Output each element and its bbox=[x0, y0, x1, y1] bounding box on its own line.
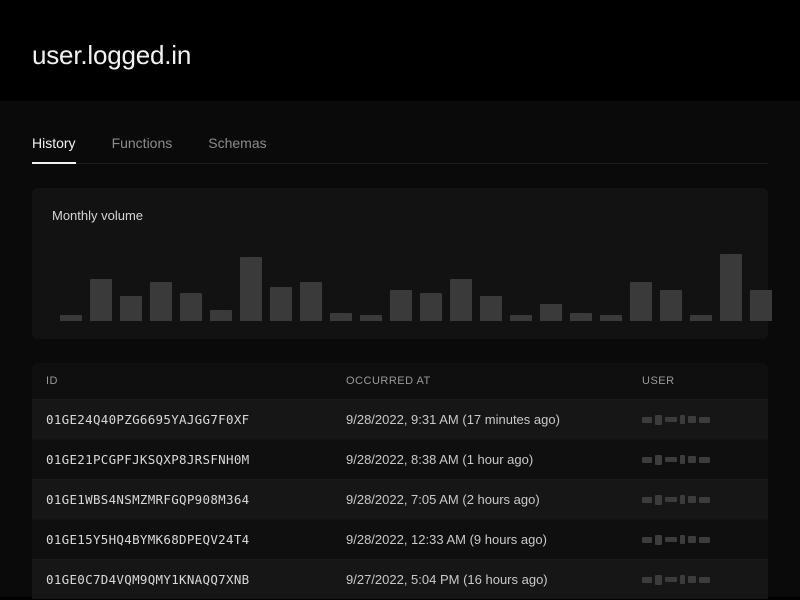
table-row[interactable]: 01GE1WBS4NSMZMRFGQP908M3649/28/2022, 7:0… bbox=[32, 479, 768, 519]
table-row[interactable]: 01GE0C7D4VQM9QMY1KNAQQ7XNB9/27/2022, 5:0… bbox=[32, 559, 768, 599]
chart-bar bbox=[540, 304, 562, 321]
col-occurred-at: OCCURRED AT bbox=[346, 375, 642, 387]
cell-id: 01GE1WBS4NSMZMRFGQP908M364 bbox=[46, 492, 346, 507]
chart-bar bbox=[60, 315, 82, 321]
chart-bar bbox=[420, 293, 442, 321]
monthly-volume-title: Monthly volume bbox=[52, 208, 748, 223]
cell-id: 01GE15Y5HQ4BYMK68DPEQV24T4 bbox=[46, 532, 346, 547]
tab-history[interactable]: History bbox=[32, 135, 76, 163]
cell-user-redacted bbox=[642, 575, 754, 585]
chart-bar bbox=[690, 315, 712, 321]
table-header: ID OCCURRED AT USER bbox=[32, 363, 768, 399]
cell-occurred-at: 9/28/2022, 7:05 AM (2 hours ago) bbox=[346, 492, 642, 507]
tab-functions[interactable]: Functions bbox=[112, 135, 173, 163]
chart-bar bbox=[270, 287, 292, 321]
chart-bar bbox=[240, 257, 262, 321]
table-row[interactable]: 01GE24Q40PZG6695YAJGG7F0XF9/28/2022, 9:3… bbox=[32, 399, 768, 439]
cell-user-redacted bbox=[642, 455, 754, 465]
chart-bar bbox=[750, 290, 772, 321]
chart-bar bbox=[720, 254, 742, 321]
col-user: USER bbox=[642, 375, 754, 387]
table-row[interactable]: 01GE15Y5HQ4BYMK68DPEQV24T49/28/2022, 12:… bbox=[32, 519, 768, 559]
chart-bar bbox=[300, 282, 322, 321]
cell-id: 01GE21PCGPFJKSQXP8JRSFNH0M bbox=[46, 452, 346, 467]
chart-bar bbox=[210, 310, 232, 321]
chart-bar bbox=[390, 290, 412, 321]
tab-schemas[interactable]: Schemas bbox=[208, 135, 266, 163]
chart-bar bbox=[330, 313, 352, 321]
table-body: 01GE24Q40PZG6695YAJGG7F0XF9/28/2022, 9:3… bbox=[32, 399, 768, 599]
page-title: user.logged.in bbox=[32, 40, 768, 71]
col-id: ID bbox=[46, 375, 346, 387]
header: user.logged.in bbox=[0, 0, 800, 101]
chart-bar bbox=[480, 296, 502, 321]
cell-user-redacted bbox=[642, 535, 754, 545]
body: History Functions Schemas Monthly volume… bbox=[0, 101, 800, 597]
table-row[interactable]: 01GE21PCGPFJKSQXP8JRSFNH0M9/28/2022, 8:3… bbox=[32, 439, 768, 479]
cell-occurred-at: 9/28/2022, 9:31 AM (17 minutes ago) bbox=[346, 412, 642, 427]
events-table: ID OCCURRED AT USER 01GE24Q40PZG6695YAJG… bbox=[32, 363, 768, 599]
monthly-volume-panel: Monthly volume bbox=[32, 188, 768, 339]
cell-id: 01GE0C7D4VQM9QMY1KNAQQ7XNB bbox=[46, 572, 346, 587]
cell-occurred-at: 9/28/2022, 8:38 AM (1 hour ago) bbox=[346, 452, 642, 467]
chart-bar bbox=[150, 282, 172, 321]
chart-bar bbox=[660, 290, 682, 321]
chart-bar bbox=[120, 296, 142, 321]
chart-bar bbox=[90, 279, 112, 321]
cell-occurred-at: 9/27/2022, 5:04 PM (16 hours ago) bbox=[346, 572, 642, 587]
chart-bar bbox=[510, 315, 532, 321]
cell-occurred-at: 9/28/2022, 12:33 AM (9 hours ago) bbox=[346, 532, 642, 547]
chart-bar bbox=[570, 313, 592, 321]
cell-id: 01GE24Q40PZG6695YAJGG7F0XF bbox=[46, 412, 346, 427]
monthly-volume-chart bbox=[52, 251, 748, 321]
cell-user-redacted bbox=[642, 495, 754, 505]
chart-bar bbox=[180, 293, 202, 321]
chart-bar bbox=[630, 282, 652, 321]
chart-bar bbox=[450, 279, 472, 321]
chart-bar bbox=[360, 315, 382, 321]
cell-user-redacted bbox=[642, 415, 754, 425]
chart-bar bbox=[600, 315, 622, 321]
tabs: History Functions Schemas bbox=[32, 135, 768, 164]
